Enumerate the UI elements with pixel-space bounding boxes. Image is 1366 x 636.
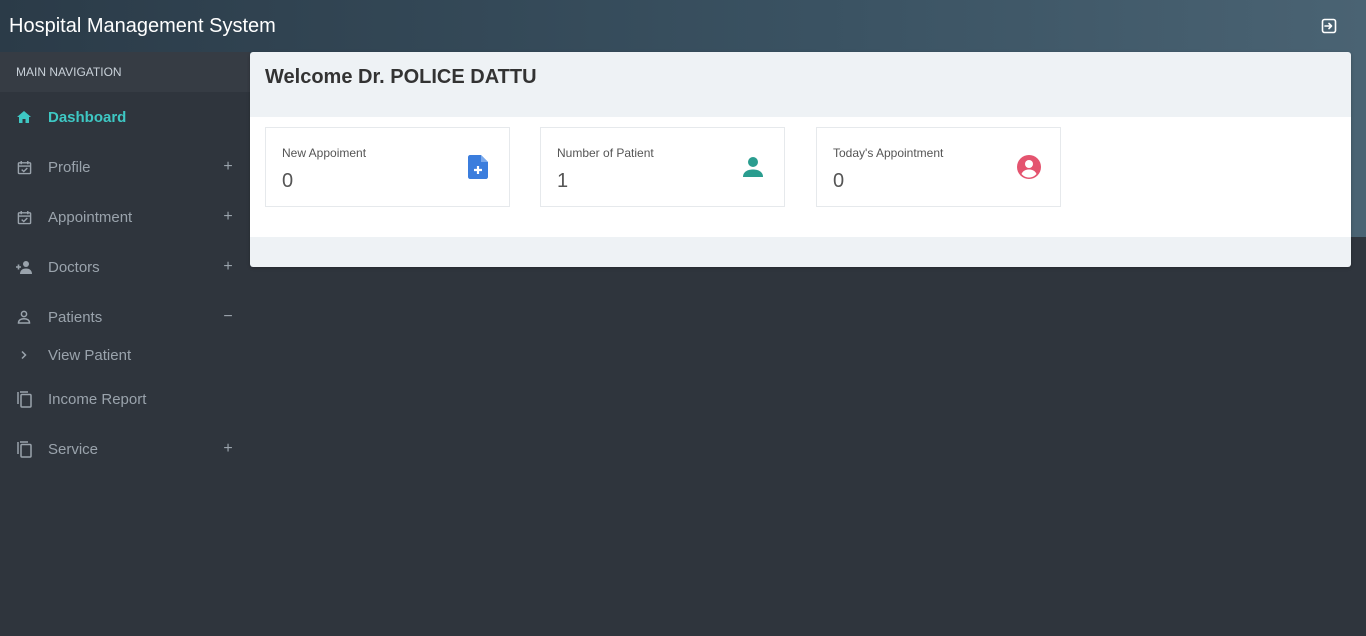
- stat-label: Number of Patient: [557, 146, 654, 160]
- sidebar-item-income-report[interactable]: Income Report: [0, 374, 250, 424]
- home-icon: [15, 108, 33, 126]
- stat-value: 0: [833, 170, 845, 192]
- calendar-check-icon: [15, 208, 33, 226]
- copy-icon: [15, 390, 33, 408]
- app-title: Hospital Management System: [9, 15, 276, 37]
- sidebar-item-label: Profile: [48, 158, 91, 176]
- sidebar-item-label: View Patient: [48, 346, 132, 364]
- logout-button[interactable]: [1317, 14, 1341, 38]
- top-bar: Hospital Management System: [0, 0, 1366, 52]
- sidebar-item-patients[interactable]: Patients −: [0, 292, 250, 342]
- dashboard-panel: Welcome Dr. POLICE DATTU New Appoiment 0…: [250, 52, 1351, 267]
- stat-label: Today's Appointment: [833, 146, 944, 160]
- stat-label: New Appoiment: [282, 146, 367, 160]
- expand-toggle[interactable]: +: [222, 158, 234, 176]
- sidebar-item-label: Service: [48, 440, 99, 458]
- collapse-toggle[interactable]: −: [222, 308, 234, 326]
- stat-value: 1: [557, 170, 569, 192]
- person-add-icon: [15, 258, 33, 276]
- sidebar-item-label: Doctors: [48, 258, 100, 276]
- page-title: Welcome Dr. POLICE DATTU: [265, 66, 537, 88]
- stat-card-new-appointment[interactable]: New Appoiment 0: [265, 127, 510, 207]
- stat-value: 0: [282, 170, 294, 192]
- stats-area: New Appoiment 0 Number of Patient 1 Toda…: [250, 117, 1351, 237]
- file-plus-icon: [465, 154, 491, 180]
- person-outline-icon: [15, 308, 33, 326]
- expand-toggle[interactable]: +: [222, 440, 234, 458]
- sidebar-item-dashboard[interactable]: Dashboard: [0, 92, 250, 142]
- sidebar-item-label: Dashboard: [48, 108, 127, 126]
- sidebar: MAIN NAVIGATION Dashboard Profile + Appo…: [0, 52, 250, 636]
- person-icon: [740, 154, 766, 180]
- nav-header: MAIN NAVIGATION: [0, 52, 250, 92]
- sidebar-item-view-patient[interactable]: View Patient: [0, 336, 250, 374]
- sidebar-item-appointment[interactable]: Appointment +: [0, 192, 250, 242]
- stat-card-todays-appointment[interactable]: Today's Appointment 0: [816, 127, 1061, 207]
- sidebar-item-label: Income Report: [48, 390, 147, 408]
- stat-card-number-of-patient[interactable]: Number of Patient 1: [540, 127, 785, 207]
- sidebar-item-label: Appointment: [48, 208, 133, 226]
- calendar-check-icon: [15, 158, 33, 176]
- sidebar-item-doctors[interactable]: Doctors +: [0, 242, 250, 292]
- account-circle-icon: [1016, 154, 1042, 180]
- expand-toggle[interactable]: +: [222, 208, 234, 226]
- sidebar-item-label: Patients: [48, 308, 103, 326]
- expand-toggle[interactable]: +: [222, 258, 234, 276]
- copy-icon: [15, 440, 33, 458]
- sidebar-item-profile[interactable]: Profile +: [0, 142, 250, 192]
- sidebar-item-service[interactable]: Service +: [0, 424, 250, 474]
- chevron-right-icon: [15, 346, 33, 364]
- logout-icon[interactable]: [1321, 18, 1337, 34]
